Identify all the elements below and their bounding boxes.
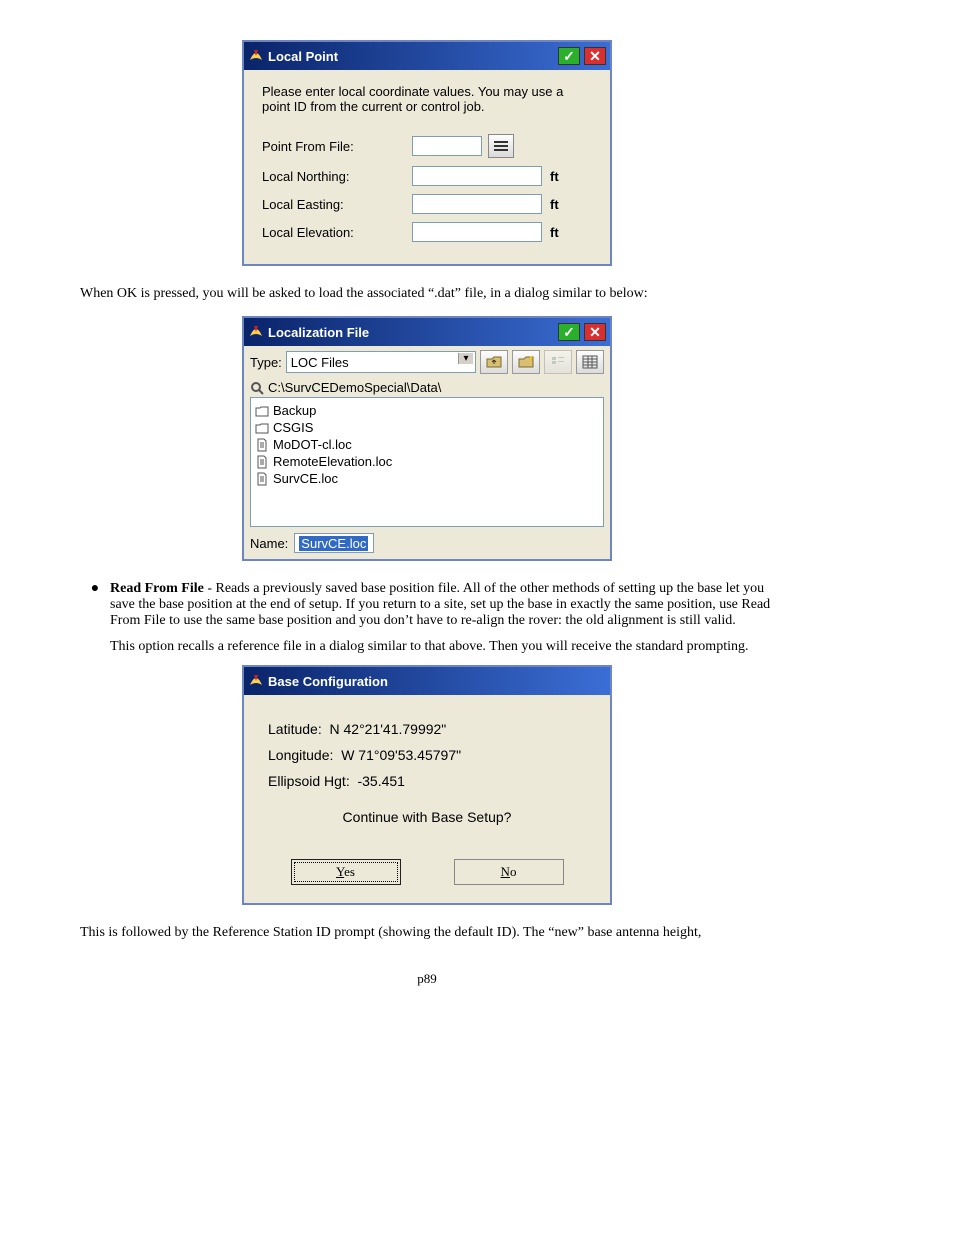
file-list[interactable]: Backup CSGIS MoDOT-cl.loc RemoteElevatio… (250, 397, 604, 527)
list-view-icon (550, 355, 566, 369)
bullet-icon: ● (80, 581, 110, 655)
file-icon (255, 455, 269, 469)
local-easting-input[interactable] (412, 194, 542, 214)
local-northing-label: Local Northing: (262, 169, 412, 184)
folder-icon (255, 404, 269, 418)
dialog-title: Base Configuration (268, 674, 606, 689)
latitude-value: N 42°21'41.79992" (330, 721, 447, 737)
app-icon (248, 324, 264, 340)
latitude-label: Latitude: (268, 721, 322, 737)
new-folder-button[interactable] (512, 350, 540, 374)
cancel-button[interactable]: ✕ (584, 323, 606, 341)
file-icon (255, 438, 269, 452)
local-northing-input[interactable] (412, 166, 542, 186)
paragraph-3: This is followed by the Reference Statio… (80, 925, 774, 941)
type-label: Type: (250, 355, 282, 370)
type-dropdown-value: LOC Files (291, 355, 349, 370)
list-item[interactable]: CSGIS (255, 419, 599, 436)
list-item-label: SurvCE.loc (273, 471, 338, 486)
page-number: p89 (50, 971, 804, 987)
longitude-value: W 71°09'53.45797" (341, 747, 461, 763)
paragraph-2: This option recalls a reference file in … (110, 639, 774, 655)
no-button[interactable]: No (454, 859, 564, 885)
bullet-heading: Read From File (110, 581, 204, 596)
magnifier-icon (250, 381, 264, 395)
name-input[interactable]: SurvCE.loc (294, 533, 374, 553)
point-from-file-label: Point From File: (262, 139, 412, 154)
folder-icon (255, 421, 269, 435)
dialog-title: Local Point (268, 49, 554, 64)
ellipsoid-value: -35.451 (357, 773, 404, 789)
local-easting-label: Local Easting: (262, 197, 412, 212)
titlebar: Base Configuration (244, 667, 610, 695)
list-item[interactable]: RemoteElevation.loc (255, 453, 599, 470)
file-icon (255, 472, 269, 486)
point-from-file-input[interactable] (412, 136, 482, 156)
list-item-label: CSGIS (273, 420, 313, 435)
point-list-button[interactable] (488, 134, 514, 158)
list-item[interactable]: MoDOT-cl.loc (255, 436, 599, 453)
local-point-dialog: Local Point ✓ ✕ Please enter local coord… (242, 40, 612, 266)
list-item-label: MoDOT-cl.loc (273, 437, 352, 452)
easting-unit: ft (550, 197, 559, 212)
list-view-button[interactable] (544, 350, 572, 374)
new-folder-icon (518, 355, 534, 369)
list-item-label: RemoteElevation.loc (273, 454, 392, 469)
name-label: Name: (250, 536, 288, 551)
paragraph-1: When OK is pressed, you will be asked to… (80, 286, 774, 302)
ellipsoid-label: Ellipsoid Hgt: (268, 773, 350, 789)
ellipsoid-line: Ellipsoid Hgt: -35.451 (268, 773, 586, 789)
continue-prompt: Continue with Base Setup? (268, 809, 586, 825)
yes-button[interactable]: Yes (291, 859, 401, 885)
local-elevation-label: Local Elevation: (262, 225, 412, 240)
details-view-icon (582, 355, 598, 369)
bullet-body: - Reads a previously saved base position… (110, 581, 770, 628)
type-dropdown[interactable]: LOC Files (286, 351, 476, 373)
app-icon (248, 673, 264, 689)
longitude-label: Longitude: (268, 747, 333, 763)
name-input-value: SurvCE.loc (299, 536, 368, 551)
up-folder-button[interactable] (480, 350, 508, 374)
ok-button[interactable]: ✓ (558, 323, 580, 341)
cancel-button[interactable]: ✕ (584, 47, 606, 65)
list-item-label: Backup (273, 403, 316, 418)
base-config-dialog: Base Configuration Latitude: N 42°21'41.… (242, 665, 612, 905)
bullet-text: Read From File - Reads a previously save… (110, 581, 774, 655)
local-elevation-input[interactable] (412, 222, 542, 242)
list-item[interactable]: SurvCE.loc (255, 470, 599, 487)
localization-file-dialog: Localization File ✓ ✕ Type: LOC Files C:… (242, 316, 612, 561)
dialog-title: Localization File (268, 325, 554, 340)
latitude-line: Latitude: N 42°21'41.79992" (268, 721, 586, 737)
details-view-button[interactable] (576, 350, 604, 374)
northing-unit: ft (550, 169, 559, 184)
ok-button[interactable]: ✓ (558, 47, 580, 65)
list-icon (494, 140, 508, 152)
longitude-line: Longitude: W 71°09'53.45797" (268, 747, 586, 763)
list-item[interactable]: Backup (255, 402, 599, 419)
up-folder-icon (486, 355, 502, 369)
instruction-text: Please enter local coordinate values. Yo… (262, 84, 592, 114)
elevation-unit: ft (550, 225, 559, 240)
titlebar: Localization File ✓ ✕ (244, 318, 610, 346)
current-path: C:\SurvCEDemoSpecial\Data\ (268, 380, 441, 395)
titlebar: Local Point ✓ ✕ (244, 42, 610, 70)
app-icon (248, 48, 264, 64)
